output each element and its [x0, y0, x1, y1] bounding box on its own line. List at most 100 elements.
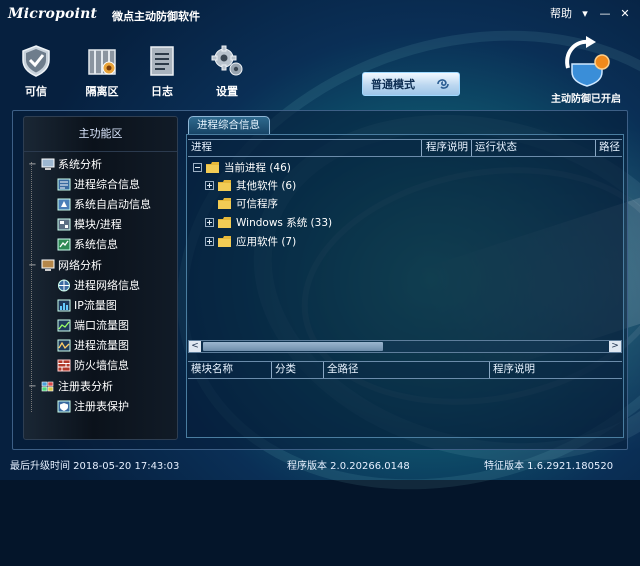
sidebar-group-label: 系统分析: [58, 158, 102, 171]
scrollbar-thumb[interactable]: [203, 342, 383, 351]
process-info-icon: [57, 178, 71, 190]
sidebar-item-modules[interactable]: 模块/进程: [53, 215, 122, 233]
sidebar-item-label: IP流量图: [74, 299, 117, 312]
sidebar-group-system-analysis[interactable]: − 系统分析: [28, 155, 102, 173]
sidebar-item-port-traffic[interactable]: 端口流量图: [53, 316, 129, 334]
minimize-icon[interactable]: —: [598, 6, 612, 20]
toolbar-log-button[interactable]: 日志: [137, 44, 187, 99]
system-info-icon: [57, 238, 71, 250]
column-header-path[interactable]: 路径: [596, 140, 622, 156]
monitor-icon: [41, 158, 55, 170]
registry-protection-icon: [57, 400, 71, 412]
scroll-right-icon[interactable]: >: [609, 341, 621, 352]
signature-version: 特征版本 1.6.2921.180520: [484, 461, 614, 472]
log-document-icon: [150, 46, 174, 76]
column-header-program-description[interactable]: 程序说明: [490, 362, 622, 378]
sidebar-item-label: 端口流量图: [74, 319, 129, 332]
toolbar-log-label: 日志: [151, 85, 173, 98]
sidebar-item-firewall[interactable]: 防火墙信息: [53, 356, 129, 374]
folder-icon: [218, 235, 231, 247]
expand-icon[interactable]: [205, 180, 214, 190]
port-traffic-icon: [57, 319, 71, 331]
tree-node-label: 当前进程 (46): [224, 161, 291, 174]
sidebar-group-network-analysis[interactable]: − 网络分析: [28, 256, 102, 274]
normal-mode-button[interactable]: 普通模式: [362, 72, 460, 96]
collapse-icon[interactable]: −: [28, 381, 37, 392]
expand-icon[interactable]: [205, 217, 214, 227]
app-logo: Micropoint: [8, 6, 98, 22]
toolbar-trusted-button[interactable]: 可信: [11, 44, 61, 99]
sidebar-item-label: 进程综合信息: [74, 178, 140, 191]
folder-icon: [218, 179, 231, 191]
shield-check-icon: [22, 45, 50, 77]
folder-icon: [218, 216, 231, 228]
module-icon: [57, 218, 71, 230]
sidebar-group-label: 注册表分析: [58, 380, 113, 393]
column-header-status[interactable]: 运行状态: [472, 140, 596, 156]
sidebar-item-process-network[interactable]: 进程网络信息: [53, 276, 140, 294]
sidebar-item-ip-traffic[interactable]: IP流量图: [53, 296, 117, 314]
tree-node-label: 其他软件 (6): [236, 179, 297, 192]
active-defense-label: 主动防御已开启: [551, 94, 621, 105]
sidebar-title: 主功能区: [24, 117, 177, 152]
sidebar-item-label: 注册表保护: [74, 400, 129, 413]
sidebar-item-registry-protection[interactable]: 注册表保护: [53, 397, 129, 415]
swirl-mode-icon: [437, 79, 449, 89]
network-icon: [41, 259, 55, 271]
tree-node-label: Windows 系统 (33): [236, 216, 333, 229]
last-update-time: 最后升级时间 2018-05-20 17:43:03: [10, 461, 180, 472]
sidebar-item-label: 防火墙信息: [74, 359, 129, 372]
sidebar-item-startup-info[interactable]: 系统自启动信息: [53, 195, 151, 213]
collapse-icon[interactable]: −: [28, 159, 37, 170]
toolbar-settings-button[interactable]: 设置: [202, 44, 252, 99]
tree-node-windows-system[interactable]: Windows 系统 (33): [205, 214, 332, 230]
startup-icon: [57, 198, 71, 210]
sidebar-item-process-traffic[interactable]: 进程流量图: [53, 336, 129, 354]
tree-node-current-processes[interactable]: 当前进程 (46): [193, 159, 291, 175]
active-defense-status: 主动防御已开启: [540, 34, 632, 105]
column-header-process[interactable]: 进程: [188, 140, 422, 156]
column-header-category[interactable]: 分类: [272, 362, 324, 378]
app-title: 微点主动防御软件: [112, 10, 200, 23]
scroll-left-icon[interactable]: <: [189, 341, 201, 352]
tree-node-trusted-programs[interactable]: 可信程序: [218, 195, 278, 211]
tree-node-applications[interactable]: 应用软件 (7): [205, 233, 296, 249]
sidebar-item-label: 进程流量图: [74, 339, 129, 352]
tree-node-other-software[interactable]: 其他软件 (6): [205, 177, 296, 193]
sidebar-group-label: 网络分析: [58, 259, 102, 272]
expand-icon[interactable]: [205, 236, 214, 246]
process-table-header: 进程 程序说明 运行状态 路径: [188, 139, 622, 157]
normal-mode-label: 普通模式: [371, 78, 415, 91]
sidebar-group-registry-analysis[interactable]: − 注册表分析: [28, 377, 113, 395]
sidebar-tree-line: [31, 162, 33, 412]
help-dropdown-icon[interactable]: ▾: [578, 6, 592, 20]
tree-node-label: 应用软件 (7): [236, 235, 297, 248]
column-header-full-path[interactable]: 全路径: [324, 362, 490, 378]
quarantine-box-icon: [88, 49, 116, 75]
toolbar-settings-label: 设置: [216, 85, 238, 98]
close-icon[interactable]: ✕: [618, 6, 632, 20]
sidebar-item-system-info[interactable]: 系统信息: [53, 235, 118, 253]
collapse-icon[interactable]: [193, 162, 202, 172]
toolbar-trusted-label: 可信: [25, 85, 47, 98]
column-header-module-name[interactable]: 模块名称: [188, 362, 272, 378]
process-traffic-icon: [57, 339, 71, 351]
sidebar-item-process-info[interactable]: 进程综合信息: [53, 175, 140, 193]
horizontal-scrollbar[interactable]: < >: [188, 340, 622, 353]
firewall-icon: [57, 359, 71, 371]
toolbar-quarantine-label: 隔离区: [85, 85, 119, 98]
help-menu[interactable]: 帮助: [550, 5, 572, 21]
registry-icon: [41, 381, 54, 391]
toolbar-quarantine-button[interactable]: 隔离区: [77, 44, 127, 99]
sidebar-item-label: 系统自启动信息: [74, 198, 151, 211]
tree-node-label: 可信程序: [236, 197, 278, 210]
column-header-description[interactable]: 程序说明: [422, 140, 472, 156]
collapse-icon[interactable]: −: [28, 260, 37, 271]
active-defense-shield-icon: [565, 36, 610, 87]
folder-icon: [218, 197, 231, 209]
title-bar-controls: 帮助 ▾ — ✕: [550, 5, 632, 21]
tab-process-info[interactable]: 进程综合信息: [188, 116, 270, 134]
process-network-icon: [58, 279, 70, 291]
sidebar-item-label: 系统信息: [74, 238, 118, 251]
sidebar-item-label: 模块/进程: [74, 218, 122, 231]
